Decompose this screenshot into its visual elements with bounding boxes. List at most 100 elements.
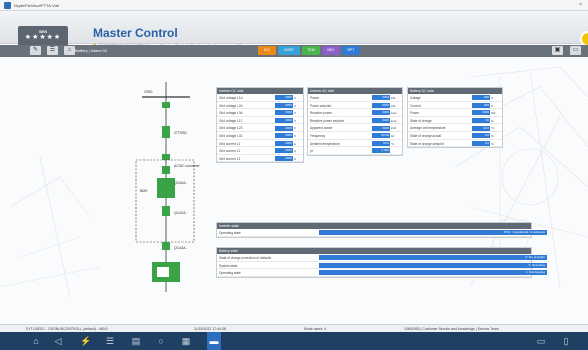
q3-label: QCA3A-	[174, 246, 187, 250]
row-label: Apparent power	[310, 126, 333, 131]
transformer[interactable]	[162, 126, 170, 138]
row-value: 0.000	[372, 148, 390, 154]
switch-q4[interactable]	[162, 242, 170, 250]
window-icon[interactable]: ▭	[570, 46, 581, 55]
row-label: State of charge	[410, 118, 432, 123]
tab-iwse[interactable]: IWSE	[278, 46, 300, 55]
row-unit: %	[491, 118, 494, 123]
row-label: Grid voltage L3d	[219, 111, 243, 116]
row-label: Grid voltage L31	[219, 133, 243, 138]
status-bar: SYT.LBESC - CRONUSCONTROLL (default) - W…	[0, 324, 588, 332]
panel-row: Operating state PCS : Operational / in ad…	[217, 229, 547, 237]
row-label: Operating state	[219, 271, 241, 276]
switch-q2[interactable]	[162, 166, 170, 174]
back-icon[interactable]: ◁	[52, 335, 64, 347]
info-icon[interactable]: ▯	[560, 335, 572, 347]
row-value: 0000	[275, 140, 293, 146]
toolbar: ✎ ☰ ⌂ Battery | Island 02 ICV IWSE TEM B…	[0, 45, 588, 57]
row-label: Power	[410, 111, 420, 116]
main-area: GRID 27TSSE- AC/DC converter QCA0A- BMS …	[0, 57, 588, 324]
app-icon	[4, 2, 11, 9]
row-unit: kvar	[391, 118, 397, 123]
row-label: System state	[219, 263, 238, 268]
edit-icon[interactable]: ✎	[30, 46, 41, 55]
row-unit: Hz	[391, 133, 395, 138]
tab-tem[interactable]: TEM	[302, 46, 320, 55]
row-unit: °C	[491, 126, 495, 131]
row-label: Power setpoint	[310, 103, 332, 108]
ac-dc-converter[interactable]	[157, 178, 175, 198]
panel-inverter-dc: Inverter DC side Grid voltage L1d 0000 V Gr…	[216, 87, 304, 164]
row-label: Grid voltage L23	[219, 126, 243, 131]
export-icon[interactable]: ▣	[552, 46, 563, 55]
window-titlebar: Ncyte\FleVisor\PTTA.Vde ×	[0, 0, 588, 11]
row-label: Reactive power	[310, 111, 332, 116]
panel-row: State of charge setpoint 0.0%	[408, 140, 502, 148]
row-label: Grid current L3	[219, 156, 241, 161]
row-value: 00.00	[372, 133, 390, 139]
row-unit: V	[491, 96, 494, 100]
row-value: 0000	[472, 110, 490, 116]
list-icon[interactable]: ☰	[104, 335, 116, 347]
row-label: Grid current L1	[219, 141, 241, 146]
folder-icon[interactable]: ▭	[535, 335, 547, 347]
row-label: Ambient temperature	[310, 141, 340, 146]
row-label: State of charge actual	[410, 133, 442, 138]
switch-q1[interactable]	[162, 154, 170, 160]
document-icon[interactable]: ▤	[130, 335, 142, 347]
company-logo: SEN ★★★★★	[18, 26, 68, 46]
switch-q0[interactable]	[162, 102, 170, 108]
row-unit: A	[491, 103, 494, 108]
battery-icon	[157, 267, 169, 277]
row-label: Grid current L2	[219, 149, 241, 154]
tab-bev[interactable]: BEV	[322, 46, 340, 55]
tab-icv[interactable]: ICV	[258, 46, 276, 55]
energy-icon[interactable]: ⚡	[80, 335, 92, 347]
panel-row: Ambient temperature 00.0 °C	[308, 140, 402, 148]
chart-icon[interactable]: ▦	[180, 335, 192, 347]
home-icon[interactable]: ⌂	[30, 335, 42, 347]
row-label: Operating state	[219, 231, 241, 235]
row-value: 1: Discharging	[319, 270, 547, 276]
row-value: 0000	[372, 125, 390, 131]
q1-label: QCA0A-	[174, 181, 187, 185]
status-timestamp: 11/15/2022 17:44:38	[194, 327, 226, 331]
panel-row: Grid current L3 0000 A	[217, 155, 303, 163]
row-label: State of charge protection of defaults	[219, 256, 272, 260]
search-icon[interactable]: ○	[155, 335, 167, 347]
panel-row: Reactive power setpoint 0000 kvar	[308, 117, 402, 125]
page-title: Master Control	[93, 26, 178, 40]
row-value: 0000	[275, 156, 293, 162]
window-title: Ncyte\FleVisor\PTTA.Vde	[14, 3, 60, 8]
row-unit: V	[294, 133, 297, 138]
row-value: 0.0	[472, 133, 490, 139]
row-label: Frequency	[310, 133, 326, 138]
row-label: pf	[310, 149, 313, 154]
app-header: SEN ★★★★★ Master Control 11/16/2022 12:1…	[0, 11, 588, 48]
row-value: 0000	[275, 110, 293, 116]
panel-row: Frequency 00.00 Hz	[308, 132, 402, 140]
row-unit: V	[294, 118, 297, 123]
panel-row: Reactive power 0000 kvar	[308, 109, 402, 117]
row-label: Power	[310, 96, 320, 100]
panel-row: State of charge actual 0.0%	[408, 132, 502, 140]
row-unit: A	[294, 156, 297, 161]
row-value: 0000	[372, 102, 390, 108]
row-value: 3: Operating	[319, 262, 547, 268]
panel-row: Operating state 1: Discharging	[217, 269, 547, 277]
tab-bpt[interactable]: BPT	[342, 46, 360, 55]
switch-q3[interactable]	[162, 206, 170, 216]
menu-icon[interactable]: ☰	[47, 46, 58, 55]
row-label: Current	[410, 103, 421, 108]
settings-icon[interactable]: ▬	[207, 332, 221, 350]
panel-row: Power setpoint 0000 kW	[308, 102, 402, 110]
row-label: State of charge setpoint	[410, 141, 444, 146]
row-unit: %	[491, 133, 494, 138]
panel-row: Current 000 A	[408, 102, 502, 110]
close-icon[interactable]: ×	[579, 2, 582, 8]
panel-row: Apparent power 0000 kVA	[308, 124, 402, 132]
status-users: Mode users: 4	[304, 327, 327, 331]
row-value: 0000	[275, 125, 293, 131]
home-icon[interactable]: ⌂	[64, 46, 75, 55]
row-label: Voltage	[410, 96, 421, 100]
